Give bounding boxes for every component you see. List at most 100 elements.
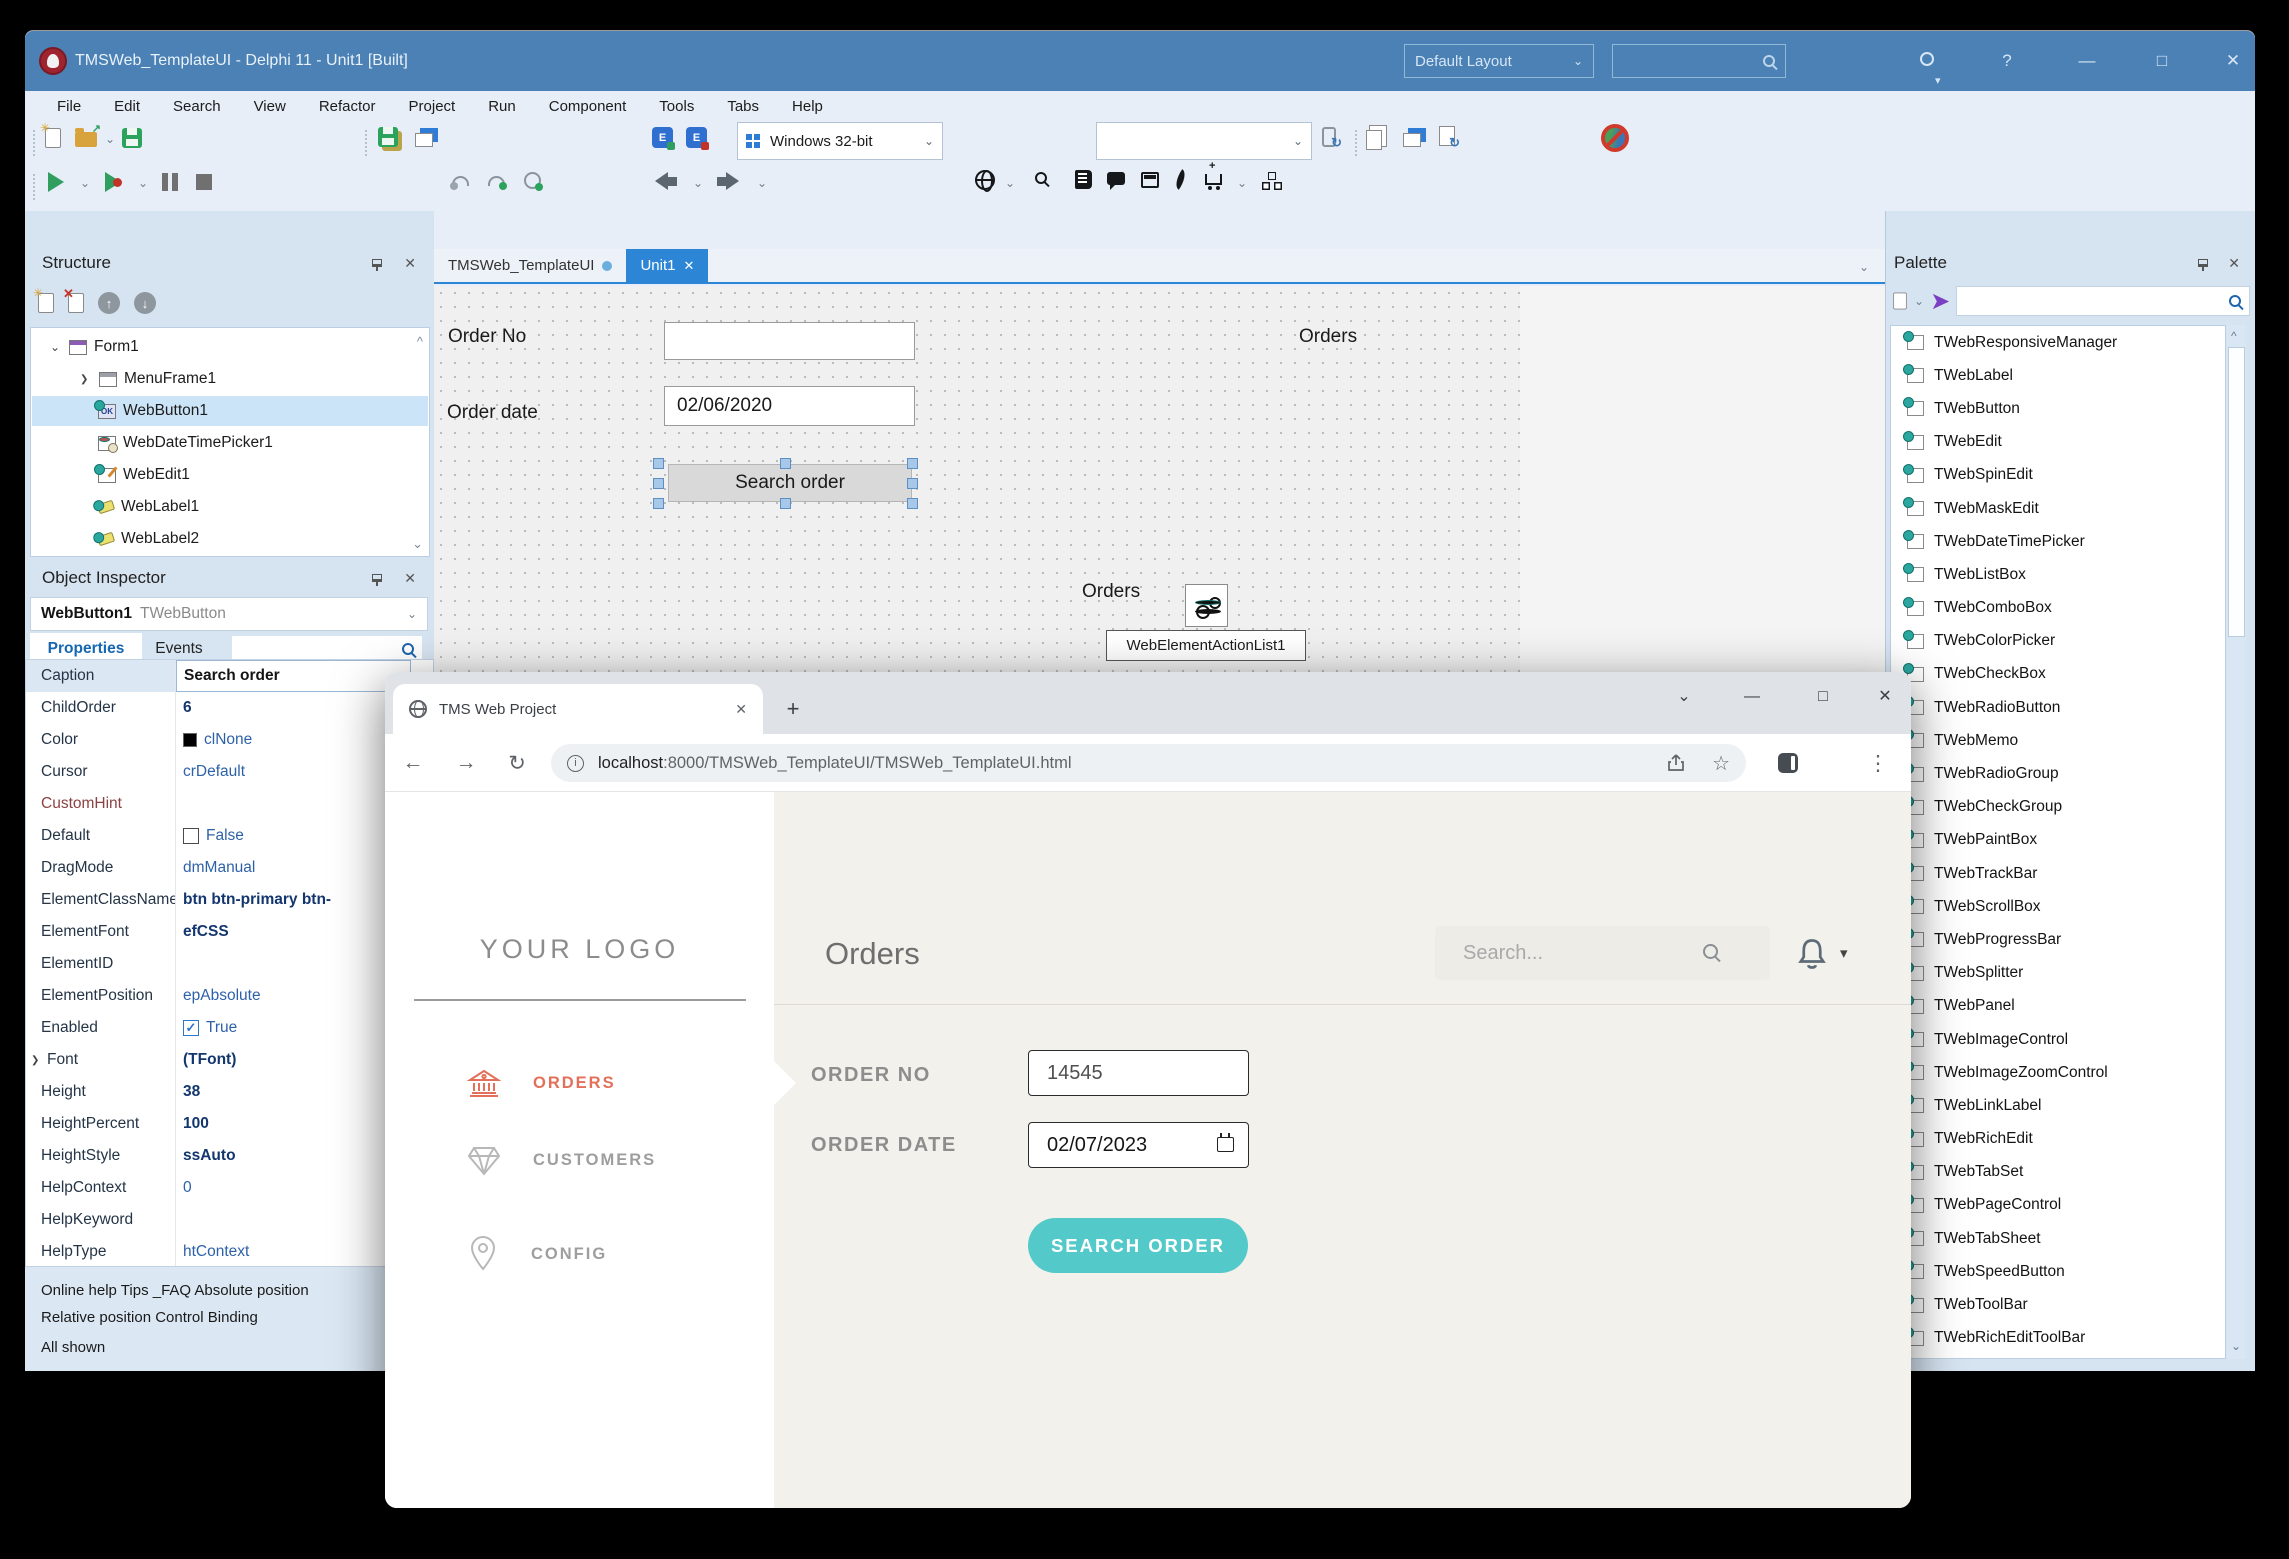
pin-icon[interactable]	[372, 574, 382, 582]
navigate-back-dropdown[interactable]: ⌄	[693, 176, 703, 190]
property-row[interactable]: HelpKeyword	[26, 1204, 433, 1236]
palette-item[interactable]: TWebTabSet	[1891, 1156, 2225, 1189]
checkbox-unchecked-icon[interactable]	[183, 828, 199, 844]
property-row[interactable]: ElementPositionepAbsolute	[26, 980, 433, 1012]
close-icon[interactable]: ✕	[2228, 255, 2240, 272]
order-date-input[interactable]	[1028, 1122, 1249, 1168]
selection-handle[interactable]	[907, 478, 918, 489]
menu-item[interactable]: Project	[409, 98, 456, 115]
tree-item-webedit1[interactable]: WebEdit1	[32, 460, 428, 490]
new-item-icon[interactable]	[38, 293, 54, 313]
ide-search-input[interactable]	[1612, 44, 1786, 78]
menu-item[interactable]: Refactor	[319, 98, 376, 115]
palette-item[interactable]: TWebRadioGroup	[1891, 757, 2225, 790]
tree-item-menuframe1[interactable]: ❯ MenuFrame1	[32, 364, 428, 394]
palette-item[interactable]: TWebEdit	[1891, 426, 2225, 459]
feedback-button[interactable]	[1107, 172, 1125, 185]
property-row[interactable]: HeightStylessAuto	[26, 1140, 433, 1172]
debug-target-select[interactable]: ⌄	[1096, 122, 1312, 160]
lightweight-theme-button[interactable]	[1176, 170, 1185, 189]
menu-item[interactable]: Help	[792, 98, 823, 115]
save-all-button[interactable]	[378, 127, 398, 147]
palette-item[interactable]: TWebPageControl	[1891, 1189, 2225, 1222]
trace-into-button[interactable]	[488, 176, 505, 186]
property-value[interactable]: clNone	[204, 731, 252, 749]
scroll-down-icon[interactable]: ⌄	[412, 536, 423, 552]
footer-links[interactable]: Relative position Control Binding	[41, 1304, 418, 1331]
palette-item[interactable]: TWebCheckGroup	[1891, 791, 2225, 824]
menu-item[interactable]: Search	[173, 98, 221, 115]
palette-item[interactable]: TWebButton	[1891, 392, 2225, 425]
delete-item-icon[interactable]	[68, 293, 84, 313]
calendar-icon[interactable]	[1217, 1137, 1234, 1152]
help-button[interactable]: ?	[1985, 31, 2029, 91]
pin-icon[interactable]	[372, 259, 382, 267]
open-file-button[interactable]	[75, 132, 97, 147]
palette-item[interactable]: TWebTabSheet	[1891, 1222, 2225, 1255]
toolbar-grip[interactable]	[1355, 130, 1358, 156]
tab-list-chevron-icon[interactable]: ⌄	[1859, 260, 1869, 274]
palette-item[interactable]: TWebCheckBox	[1891, 658, 2225, 691]
browser-tab[interactable]: TMS Web Project ✕	[393, 684, 763, 734]
property-row[interactable]: CursorcrDefault	[26, 756, 433, 788]
pause-button[interactable]	[162, 173, 168, 191]
selection-handle[interactable]	[780, 498, 791, 509]
selection-handle[interactable]	[907, 498, 918, 509]
palette-item[interactable]: TWebImageZoomControl	[1891, 1056, 2225, 1089]
palette-item[interactable]: TWebPaintBox	[1891, 824, 2225, 857]
scroll-up-icon[interactable]: ^	[417, 334, 423, 349]
new-file-button[interactable]	[45, 128, 61, 148]
property-row[interactable]: HelpContext0	[26, 1172, 433, 1204]
copy-button[interactable]	[1366, 126, 1382, 150]
minimize-button[interactable]: —	[2065, 31, 2109, 91]
info-icon[interactable]: i	[567, 755, 584, 772]
browser-maximize-button[interactable]: □	[1803, 672, 1843, 722]
close-icon[interactable]: ✕	[404, 570, 416, 587]
navigate-forward-button[interactable]	[717, 172, 739, 190]
tab-unit1[interactable]: Unit1 ✕	[626, 249, 708, 282]
expander-open-icon[interactable]: ⌄	[50, 340, 62, 354]
tree-item-webdatetimepicker1[interactable]: WebDateTimePicker1	[32, 428, 428, 458]
selection-handle[interactable]	[653, 458, 664, 469]
webelementactionlist-component[interactable]	[1185, 584, 1228, 627]
move-down-icon[interactable]: ↓	[134, 292, 156, 314]
palette-item[interactable]: TWebProgressBar	[1891, 923, 2225, 956]
close-button[interactable]: ✕	[2211, 31, 2255, 91]
page-search-input[interactable]	[1435, 926, 1770, 980]
inspector-object-select[interactable]: WebButton1 TWebButton ⌄	[30, 597, 428, 631]
property-row[interactable]: ChildOrder6	[26, 692, 433, 724]
designer-search-order-button[interactable]: Search order	[668, 464, 912, 502]
property-row[interactable]: HeightPercent100	[26, 1108, 433, 1140]
palette-scrollbar[interactable]: ^ ⌄	[2227, 325, 2246, 1359]
browser-minimize-button[interactable]: —	[1732, 672, 1772, 722]
palette-item[interactable]: TWebDateTimePicker	[1891, 525, 2225, 558]
toolbar-grip[interactable]	[365, 130, 368, 156]
scroll-down-icon[interactable]: ⌄	[2231, 1339, 2241, 1353]
component-mode-icon[interactable]	[1893, 293, 1907, 310]
nav-item-orders[interactable]: ORDERS	[385, 1053, 774, 1113]
property-row[interactable]: ElementFontefCSS	[26, 916, 433, 948]
designer-order-no-label[interactable]: Order No	[448, 326, 526, 348]
property-row[interactable]: HelpTypehtContext	[26, 1236, 433, 1267]
palette-item[interactable]: TWebScrollBox	[1891, 890, 2225, 923]
tree-item-form1[interactable]: ⌄ Form1	[32, 332, 428, 362]
property-row[interactable]: Enabled✓True	[26, 1012, 433, 1044]
scroll-up-icon[interactable]: ^	[2231, 329, 2237, 343]
palette-item[interactable]: TWebPanel	[1891, 990, 2225, 1023]
layout-select[interactable]: Default Layout ⌄	[1404, 44, 1594, 78]
chevron-down-icon[interactable]: ⌄	[1914, 294, 1924, 308]
build-button[interactable]	[415, 128, 433, 147]
remove-unit-button[interactable]: E	[686, 127, 707, 148]
palette-item[interactable]: TWebResponsiveManager	[1891, 326, 2225, 359]
tab-search-chevron[interactable]: ⌄	[1664, 672, 1704, 722]
open-dropdown[interactable]: ⌄	[105, 132, 115, 146]
debug-run-dropdown[interactable]: ⌄	[138, 176, 148, 190]
docs-button[interactable]	[1075, 170, 1092, 189]
notifications-chevron-icon[interactable]: ▾	[1840, 944, 1848, 962]
palette-item[interactable]: TWebMainMenu	[1891, 1355, 2225, 1359]
search-order-button[interactable]: SEARCH ORDER	[1028, 1218, 1248, 1273]
browser-close-button[interactable]: ✕	[1865, 672, 1905, 722]
theme-button[interactable]	[1905, 31, 1949, 91]
palette-item[interactable]: TWebRadioButton	[1891, 691, 2225, 724]
palette-item[interactable]: TWebColorPicker	[1891, 625, 2225, 658]
